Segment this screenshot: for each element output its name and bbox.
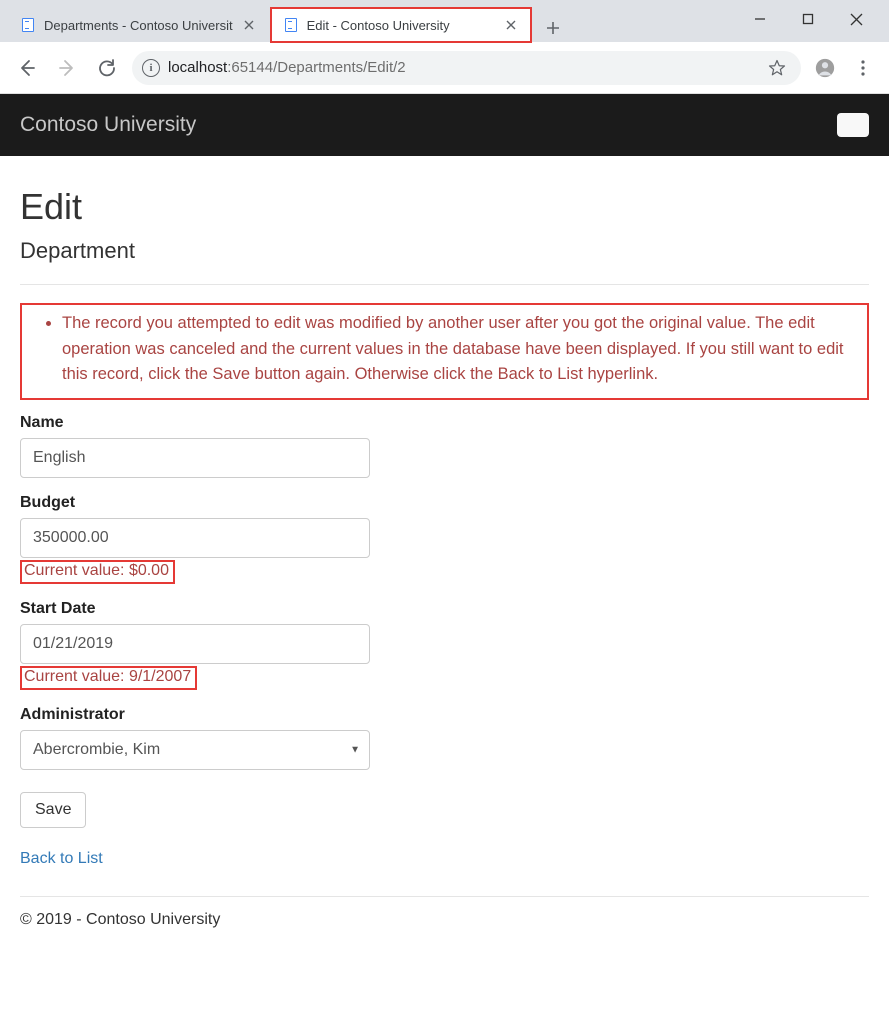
budget-input[interactable] [20,518,370,558]
window-close-button[interactable] [841,4,871,34]
validation-summary: The record you attempted to edit was mod… [20,303,869,400]
label-start-date: Start Date [20,600,869,618]
back-to-list-link[interactable]: Back to List [20,850,103,868]
page-title: Edit [20,186,869,228]
administrator-select[interactable]: Abercrombie, Kim [20,730,370,770]
name-input[interactable] [20,438,370,478]
brand-link[interactable]: Contoso University [20,113,196,137]
forward-button [52,53,82,83]
browser-chrome: Departments - Contoso Universit Edit - C… [0,0,889,94]
reload-button[interactable] [92,53,122,83]
footer-text: © 2019 - Contoso University [20,911,869,929]
form-group-administrator: Administrator Abercrombie, Kim ▼ [20,706,869,770]
label-administrator: Administrator [20,706,869,724]
form-group-budget: Budget Current value: $0.00 [20,494,869,584]
url-path: :65144/Departments/Edit/2 [227,59,405,76]
site-info-icon[interactable]: i [142,59,160,77]
address-bar[interactable]: i localhost:65144/Departments/Edit/2 [132,51,801,85]
user-avatar-icon[interactable] [811,54,839,82]
form-group-name: Name [20,414,869,478]
footer-divider [20,896,869,897]
kebab-menu-icon[interactable] [849,54,877,82]
form-group-start-date: Start Date Current value: 9/1/2007 [20,600,869,690]
new-tab-button[interactable] [539,14,567,42]
address-row: i localhost:65144/Departments/Edit/2 [0,42,889,94]
divider [20,284,869,285]
favicon-icon [283,17,299,33]
save-button[interactable]: Save [20,792,86,828]
label-budget: Budget [20,494,869,512]
back-button[interactable] [12,53,42,83]
url-text: localhost:65144/Departments/Edit/2 [168,59,406,76]
page-content: Edit Department The record you attempted… [0,156,889,929]
url-host: localhost [168,59,227,76]
tab-strip: Departments - Contoso Universit Edit - C… [0,0,889,42]
tab-edit[interactable]: Edit - Contoso University [271,8,531,42]
budget-validation-message: Current value: $0.00 [20,560,175,584]
tab-title: Edit - Contoso University [307,18,495,33]
page-subtitle: Department [20,238,869,264]
bookmark-star-icon[interactable] [763,54,791,82]
window-controls [745,0,883,38]
nav-toggle-button[interactable] [837,113,869,137]
minimize-button[interactable] [745,4,775,34]
tab-departments[interactable]: Departments - Contoso Universit [8,8,269,42]
site-navbar: Contoso University [0,94,889,156]
validation-summary-message: The record you attempted to edit was mod… [62,311,859,388]
start-date-input[interactable] [20,624,370,664]
favicon-icon [20,17,36,33]
tab-title: Departments - Contoso Universit [44,18,233,33]
label-name: Name [20,414,869,432]
close-icon[interactable] [241,17,257,33]
close-icon[interactable] [503,17,519,33]
maximize-button[interactable] [793,4,823,34]
start-date-validation-message: Current value: 9/1/2007 [20,666,197,690]
